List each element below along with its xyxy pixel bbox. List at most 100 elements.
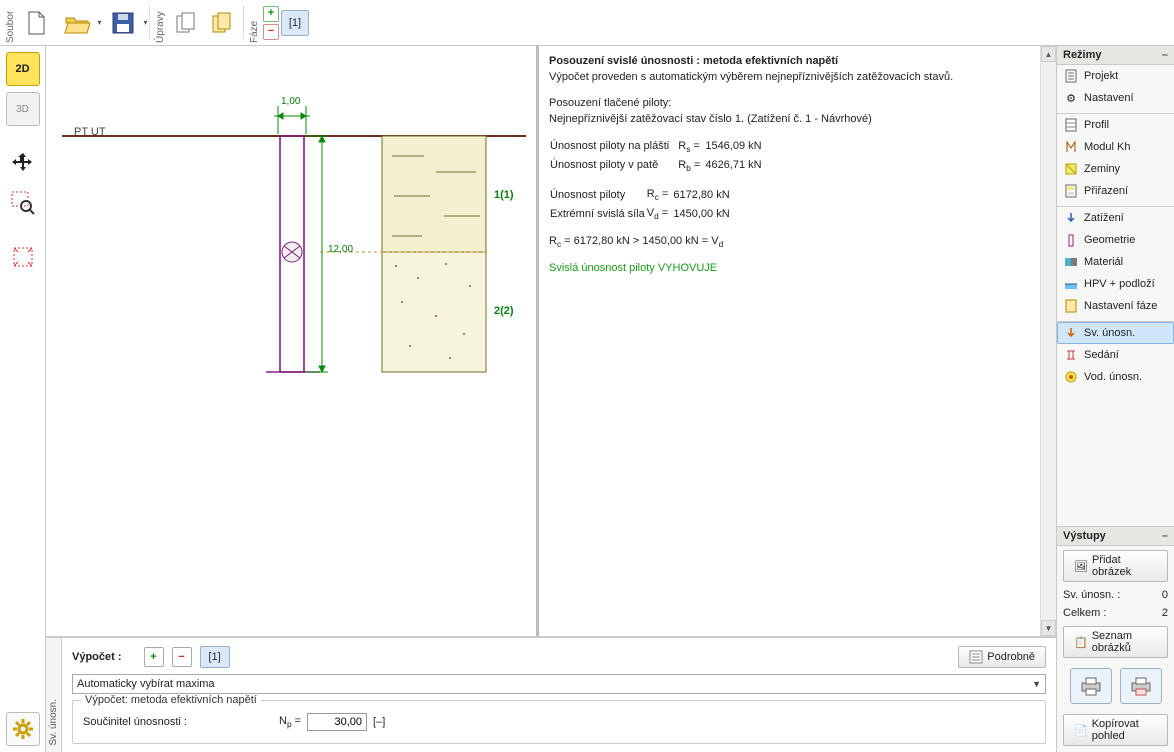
mode-item-nastaveni[interactable]: ⚙Nastavení	[1057, 87, 1174, 109]
magnifier-icon	[10, 190, 36, 216]
fieldset-legend: Výpočet: metoda efektivních napětí	[81, 694, 261, 706]
right-sidebar: Režimy– Projekt ⚙Nastavení Profil Modul …	[1056, 46, 1174, 752]
app-root: Soubor ▾ ▾ Úpravy Fáze	[0, 0, 1174, 752]
mode-item-prirazeni[interactable]: Přiřazení	[1057, 180, 1174, 202]
detail-button[interactable]: Podrobně	[958, 646, 1046, 668]
material-icon	[1064, 255, 1078, 269]
calc-panel: Výpočet : + − [1] Podrobně Automaticky v…	[62, 638, 1056, 752]
load-arrow-icon	[1064, 211, 1078, 225]
value-rc: 6172,80 kN	[672, 186, 730, 205]
save-file-button[interactable]: ▾	[101, 6, 145, 40]
mode-item-geometrie[interactable]: Geometrie	[1057, 229, 1174, 251]
bottom-tab-label[interactable]: Sv. únosn.	[46, 638, 62, 752]
settlement-icon	[1064, 348, 1078, 362]
width-dimension: 1,00	[281, 96, 301, 107]
mode-item-hpv[interactable]: HPV + podloží	[1057, 273, 1174, 295]
phase-settings-icon	[1064, 299, 1078, 313]
mode-item-profil[interactable]: Profil	[1057, 114, 1174, 136]
label-rb: Únosnost piloty v patě	[549, 157, 677, 176]
toolbar-group-phase-label: Fáze	[248, 2, 261, 43]
collapse-icon[interactable]: –	[1162, 49, 1168, 61]
fit-extents-icon	[10, 244, 36, 270]
layer-2-label: 2(2)	[494, 305, 514, 317]
mode-item-nastaveni-faze[interactable]: Nastavení fáze	[1057, 295, 1174, 317]
scroll-down-button[interactable]: ▼	[1041, 620, 1056, 636]
mode-item-material[interactable]: Materiál	[1057, 251, 1174, 273]
move-arrows-icon	[10, 150, 36, 176]
vertical-capacity-icon	[1064, 326, 1078, 340]
paste-button[interactable]	[205, 6, 239, 40]
image-list-button[interactable]: 📋Seznam obrázků	[1063, 626, 1168, 658]
main-body: 2D 3D PT UT	[0, 46, 1174, 752]
print-button-1[interactable]	[1070, 668, 1112, 704]
view-3d-button[interactable]: 3D	[6, 92, 40, 126]
copy-view-button[interactable]: 📄Kopírovat pohled	[1063, 714, 1168, 746]
floppy-icon	[110, 10, 136, 36]
assign-icon	[1064, 184, 1078, 198]
verdict-ok: Svislá únosnost piloty VYHOVUJE	[549, 261, 1030, 277]
settings-gear-button[interactable]	[6, 712, 40, 746]
section-compressed-pile: Posouzení tlačené piloty:	[549, 96, 1030, 112]
dropdown-caret-icon[interactable]: ▾	[141, 7, 150, 39]
remove-phase-button[interactable]: −	[263, 24, 279, 40]
printer-color-icon	[1129, 675, 1153, 697]
water-icon	[1064, 277, 1078, 291]
calc-method-fieldset: Výpočet: metoda efektivních napětí Souči…	[72, 700, 1046, 744]
selection-mode-dropdown[interactable]: Automaticky vybírat maxima▼	[72, 674, 1046, 694]
doc-lines-icon	[1064, 69, 1078, 83]
add-image-button[interactable]: 🖼Přidat obrázek	[1063, 550, 1168, 582]
print-button-2[interactable]	[1120, 668, 1162, 704]
view-2d-button[interactable]: 2D	[6, 52, 40, 86]
phase-tab-1[interactable]: [1]	[281, 10, 309, 36]
worst-loadcase-line: Nejnepříznivější zatěžovací stav číslo 1…	[549, 112, 1030, 128]
np-unit: [–]	[373, 716, 385, 728]
view-rail: 2D 3D	[0, 46, 46, 752]
results-scrollbar[interactable]: ▲ ▼	[1040, 46, 1056, 636]
mode-item-projekt[interactable]: Projekt	[1057, 65, 1174, 87]
mode-item-vod-unosn[interactable]: Vod. únosn.	[1057, 366, 1174, 388]
gear-icon	[12, 718, 34, 740]
paste-docs-icon	[209, 10, 235, 36]
pile-section-drawing: 1,00 1(1) 2(2)	[46, 46, 536, 438]
mode-item-sv-unosn[interactable]: Sv. únosn.	[1057, 322, 1174, 344]
value-vd: 1450,00 kN	[672, 205, 730, 224]
svu-count-value: 0	[1162, 589, 1168, 601]
horizontal-capacity-icon	[1064, 370, 1078, 384]
total-count-value: 2	[1162, 607, 1168, 619]
printer-icon	[1079, 675, 1103, 697]
zoom-extents-button[interactable]	[6, 240, 40, 274]
svu-count-label: Sv. únosn. :	[1063, 589, 1120, 601]
mode-item-sedani[interactable]: Sedání	[1057, 344, 1174, 366]
np-input[interactable]	[307, 713, 367, 731]
modes-list: Projekt ⚙Nastavení Profil Modul Kh Zemin…	[1057, 65, 1174, 388]
profile-icon	[1064, 118, 1078, 132]
chevron-down-icon: ▼	[1032, 679, 1041, 689]
geometry-icon	[1064, 233, 1078, 247]
mode-item-zeminy[interactable]: Zeminy	[1057, 158, 1174, 180]
copy-docs-icon	[173, 10, 199, 36]
results-text-panel: Posouzení svislé únosnosti : metoda efek…	[536, 46, 1040, 636]
np-label: Součinitel únosnosti :	[83, 716, 273, 728]
pan-button[interactable]	[6, 146, 40, 180]
open-file-button[interactable]: ▾	[55, 6, 99, 40]
new-file-button[interactable]	[19, 6, 53, 40]
calc-stage-badge[interactable]: [1]	[200, 646, 230, 668]
collapse-icon[interactable]: –	[1162, 530, 1168, 542]
calc-add-button[interactable]: +	[144, 647, 164, 667]
copy-button[interactable]	[169, 6, 203, 40]
drawing-viewport[interactable]: PT UT 1,00	[46, 46, 536, 636]
copy-view-icon: 📄	[1074, 724, 1088, 737]
value-rb: 4626,71 kN	[704, 157, 762, 176]
np-symbol: Np =	[279, 715, 301, 729]
mode-item-zatizeni[interactable]: Zatížení	[1057, 207, 1174, 229]
add-image-icon: 🖼	[1074, 560, 1088, 573]
gear-icon: ⚙	[1064, 91, 1078, 105]
outputs-section: Výstupy– 🖼Přidat obrázek Sv. únosn. :0 C…	[1057, 526, 1174, 752]
label-vd: Extrémní svislá síla	[549, 205, 646, 224]
mode-item-modulkh[interactable]: Modul Kh	[1057, 136, 1174, 158]
calc-remove-button[interactable]: −	[172, 647, 192, 667]
zoom-window-button[interactable]	[6, 186, 40, 220]
add-phase-button[interactable]: +	[263, 6, 279, 22]
scroll-up-button[interactable]: ▲	[1041, 46, 1056, 62]
depth-dimension: 12,00	[328, 244, 353, 255]
